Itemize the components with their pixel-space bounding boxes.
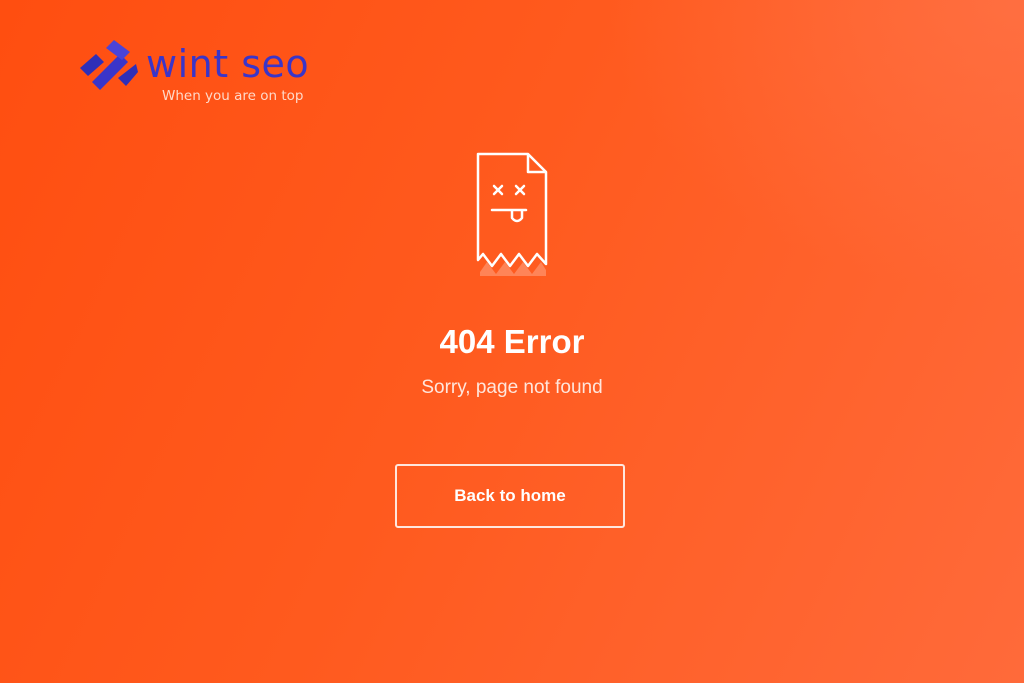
background-glow <box>604 0 1024 300</box>
broken-page-icon <box>476 152 548 276</box>
brand-logo[interactable]: wint seo When you are on top <box>78 38 328 108</box>
back-to-home-button[interactable]: Back to home <box>395 464 625 528</box>
wint-seo-logo-icon <box>80 40 138 90</box>
brand-tagline: When you are on top <box>162 88 304 104</box>
error-subtitle: Sorry, page not found <box>421 377 603 398</box>
error-title: 404 Error <box>439 323 585 360</box>
brand-name: wint seo <box>146 42 310 86</box>
